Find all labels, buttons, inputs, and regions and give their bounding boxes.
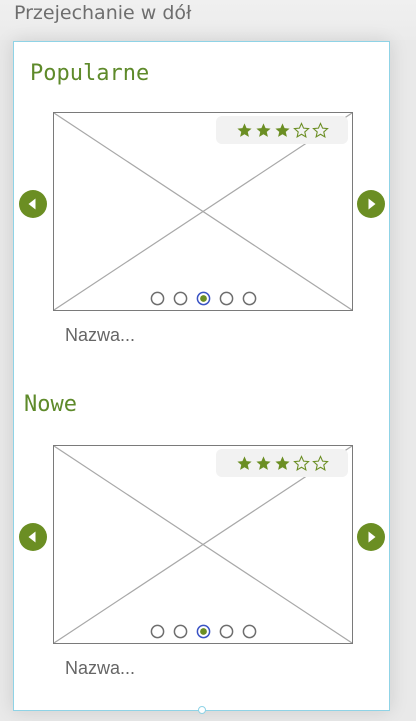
pager-dot-active[interactable]	[196, 291, 211, 306]
pager-dot[interactable]	[173, 291, 188, 306]
star-filled-icon[interactable]	[236, 122, 253, 139]
scroll-panel[interactable]: Popularne Nazwa... Nowe Nazwa...	[13, 41, 390, 711]
star-rating	[216, 116, 348, 144]
star-filled-icon[interactable]	[255, 122, 272, 139]
star-filled-icon[interactable]	[255, 455, 272, 472]
item-name: Nazwa...	[65, 325, 136, 345]
section-heading-popular: Popularne	[30, 61, 150, 86]
pager-dot[interactable]	[242, 624, 257, 639]
star-filled-icon[interactable]	[236, 455, 253, 472]
arrow-right-circle-icon[interactable]	[357, 523, 385, 551]
page-title: Przejechanie w dół	[14, 2, 192, 24]
pager-dot[interactable]	[219, 291, 234, 306]
star-filled-icon[interactable]	[274, 455, 291, 472]
pager-dot[interactable]	[150, 291, 165, 306]
carousel-pager	[54, 291, 352, 306]
arrow-right-circle-icon[interactable]	[357, 190, 385, 218]
carousel-image[interactable]	[53, 445, 353, 644]
pager-dot[interactable]	[173, 624, 188, 639]
arrow-left-circle-icon[interactable]	[19, 523, 47, 551]
pager-dot[interactable]	[242, 291, 257, 306]
star-rating	[216, 449, 348, 477]
star-empty-icon[interactable]	[311, 121, 329, 139]
star-filled-icon[interactable]	[274, 122, 291, 139]
star-empty-icon[interactable]	[292, 121, 310, 139]
resize-handle[interactable]	[198, 706, 206, 714]
carousel-pager	[54, 624, 352, 639]
star-empty-icon[interactable]	[311, 454, 329, 472]
arrow-left-circle-icon[interactable]	[19, 190, 47, 218]
pager-dot[interactable]	[219, 624, 234, 639]
item-name: Nazwa...	[65, 658, 136, 678]
pager-dot-active[interactable]	[196, 624, 211, 639]
section-heading-new: Nowe	[24, 392, 77, 417]
pager-dot[interactable]	[150, 624, 165, 639]
star-empty-icon[interactable]	[292, 454, 310, 472]
carousel-image[interactable]	[53, 112, 353, 311]
